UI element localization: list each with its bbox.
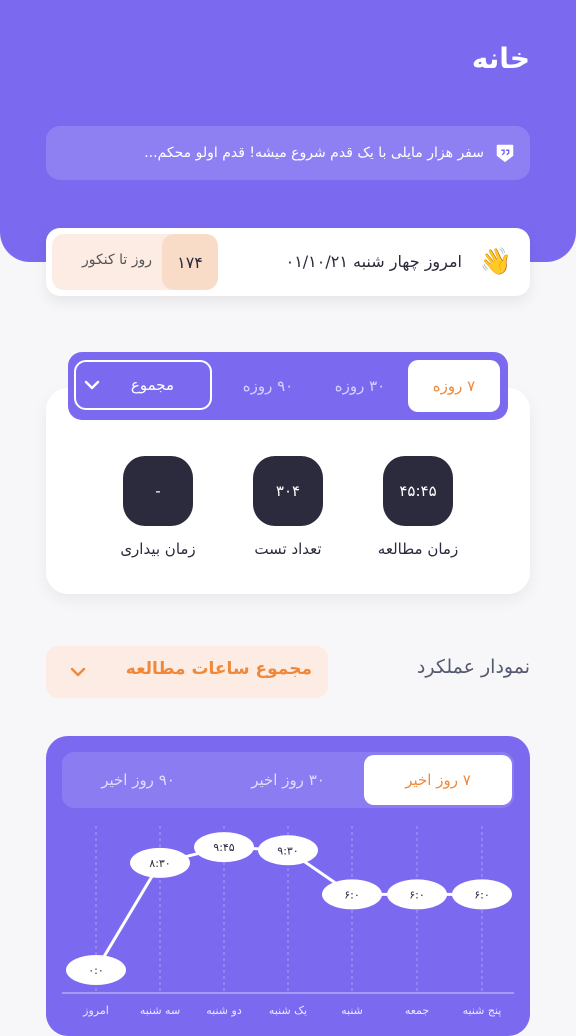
range-selector: ۷ روزه ۳۰ روزه ۹۰ روزه مجموع [68,352,508,420]
chart-x-tick-label: یک شنبه [269,1004,307,1017]
tab-range-90[interactable]: ۹۰ روزه [222,360,314,412]
chart-data-label: ۶:۰ [409,888,425,901]
chart-data-label: ۰:۰ [88,964,104,977]
performance-select-value: مجموع ساعات مطالعه [125,659,312,679]
stat-test-count-value: ۳۰۴ [253,456,323,526]
motivation-quote: سفر هزار مایلی با یک قدم شروع میشه! قدم … [46,126,530,180]
chart-data-label: ۹:۳۰ [277,844,298,857]
konkur-countdown: ۱۷۴ روز تا کنکور [52,234,218,290]
stat-test-count-label: تعداد تست [254,540,322,558]
performance-title: نمودار عملکرد [416,656,530,678]
today-date: امروز چهار شنبه ۰۱/۱۰/۲۱ [285,252,462,271]
chart-data-label: ۸:۳۰ [149,857,170,870]
range-aggregate-select[interactable]: مجموع [74,360,212,410]
tab-range-7[interactable]: ۷ روزه [408,360,500,412]
stat-study-time-label: زمان مطالعه [377,540,459,558]
konkur-days: ۱۷۴ [162,234,218,290]
quote-shield-icon [496,144,514,163]
tab-range-30[interactable]: ۳۰ روزه [314,360,406,412]
chevron-down-icon [84,380,100,390]
page-title: خانه [471,42,530,75]
konkur-label: روز تا کنکور [82,252,152,268]
chart-x-tick-label: شنبه [341,1004,363,1017]
quote-text: سفر هزار مایلی با یک قدم شروع میشه! قدم … [144,145,484,161]
waving-hand-icon: 👋 [479,247,512,277]
range-select-value: مجموع [130,376,174,394]
chart-x-tick-label: پنج شنبه [463,1004,502,1017]
stat-wake-time-label: زمان بیداری [120,540,196,558]
stat-study-time-value: ۴۵:۴۵ [383,456,453,526]
chart-x-tick-label: دو شنبه [206,1004,242,1017]
chart-data-label: ۶:۰ [474,888,490,901]
study-hours-line-chart: ۰:۰ ۸:۳۰ ۹:۴۵ ۹:۳۰ ۶:۰ ۶:۰ ۶:۰ امروز سه شنبه دو ش… [62,826,514,1017]
chart-data-label: ۹:۴۵ [213,841,235,854]
stat-test-count: ۳۰۴ تعداد تست [218,456,358,558]
today-bar: 👋 امروز چهار شنبه ۰۱/۱۰/۲۱ ۱۷۴ روز تا کن… [46,228,530,296]
stat-wake-time: - زمان بیداری [88,456,228,558]
performance-chart-card: ۷ روز اخیر ۳۰ روز اخیر ۹۰ روز اخیر ۰:۰ ۸:… [46,736,530,1036]
performance-metric-select[interactable]: مجموع ساعات مطالعه [46,646,328,698]
stat-study-time: ۴۵:۴۵ زمان مطالعه [348,456,488,558]
chart-x-tick-label: سه شنبه [140,1004,180,1017]
chevron-down-icon [70,667,86,677]
chart-data-label: ۶:۰ [344,888,360,901]
stat-wake-time-value: - [123,456,193,526]
chart-x-tick-label: جمعه [405,1004,429,1017]
chart-x-tick-label: امروز [82,1004,109,1017]
